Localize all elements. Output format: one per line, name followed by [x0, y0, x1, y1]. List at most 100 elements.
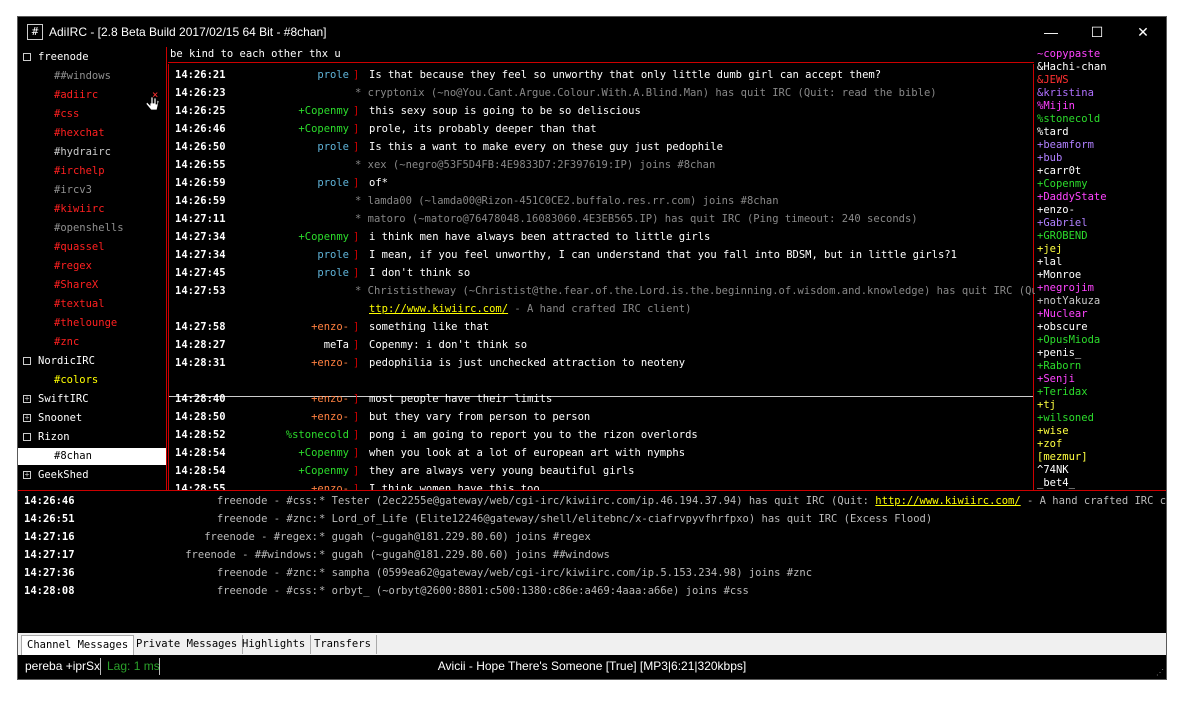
nick-list-item[interactable]: _bet4_	[1037, 477, 1075, 490]
nick-list-item[interactable]: +tj	[1037, 399, 1056, 412]
channel-item[interactable]: ##windows	[18, 68, 166, 85]
server-node[interactable]: + Snoonet	[18, 410, 166, 427]
app-icon[interactable]: #	[27, 24, 43, 40]
nick-list-item[interactable]: ~copypaste	[1037, 48, 1100, 61]
expand-toggle-icon[interactable]	[23, 53, 31, 61]
message-nick[interactable]: +Copenmy	[239, 444, 349, 462]
nick-list-item[interactable]: &Hachi-chan	[1037, 61, 1107, 74]
nick-list-item[interactable]: +zof	[1037, 438, 1062, 451]
nick-list-item[interactable]: +bub	[1037, 152, 1062, 165]
nick-list-item[interactable]: +OpusMioda	[1037, 334, 1100, 347]
nick-list-item[interactable]: +carr0t	[1037, 165, 1081, 178]
message-nick[interactable]: %stonecold	[239, 426, 349, 444]
tab-transfers[interactable]: Transfers	[309, 635, 377, 654]
channel-item[interactable]: #irchelp	[18, 163, 166, 180]
channel-item[interactable]: #textual	[18, 296, 166, 313]
message-nick[interactable]: +Copenmy	[239, 120, 349, 138]
maximize-button[interactable]: ☐	[1074, 17, 1120, 47]
nick-list-item[interactable]: +beamform	[1037, 139, 1094, 152]
tab-highlights[interactable]: Highlights	[237, 635, 312, 654]
nick-list-item[interactable]: +enzo-	[1037, 204, 1075, 217]
expand-toggle-icon[interactable]	[23, 433, 31, 441]
log-source[interactable]: freenode - #css:	[217, 492, 318, 510]
channel-item[interactable]: #thelounge	[18, 315, 166, 332]
event-nick[interactable]: * xex	[355, 159, 387, 171]
channel-item[interactable]: #ircv3	[18, 182, 166, 199]
channel-item[interactable]: #css	[18, 106, 166, 123]
event-nick[interactable]: * matoro	[355, 213, 406, 225]
message-nick[interactable]: +enzo-	[239, 318, 349, 336]
message-nick[interactable]: prole	[239, 138, 349, 156]
expand-toggle-icon[interactable]: +	[23, 395, 31, 403]
message-nick[interactable]: +enzo-	[239, 390, 349, 408]
log-source[interactable]: freenode - #znc:	[217, 510, 318, 528]
log-source[interactable]: freenode - ##windows:	[185, 546, 318, 564]
server-node[interactable]: + SwiftIRC	[18, 391, 166, 408]
nick-list-item[interactable]: +obscure	[1037, 321, 1088, 334]
tab-private-messages[interactable]: Private Messages	[131, 635, 244, 654]
expand-toggle-icon[interactable]: +	[23, 414, 31, 422]
expand-toggle-icon[interactable]	[23, 357, 31, 365]
nick-list-item[interactable]: +Nuclear	[1037, 308, 1088, 321]
message-nick[interactable]: prole	[239, 66, 349, 84]
event-nick[interactable]: * lamda00	[355, 195, 412, 207]
url-link[interactable]: ttp://www.kiwiirc.com/	[369, 303, 508, 315]
message-nick[interactable]: +Copenmy	[239, 462, 349, 480]
nick-list-item[interactable]: %Mijin	[1037, 100, 1075, 113]
close-button[interactable]: ✕	[1120, 17, 1166, 47]
tab-channel-messages[interactable]: Channel Messages	[21, 635, 135, 655]
nick-list-item[interactable]: &kristina	[1037, 87, 1094, 100]
message-nick[interactable]: +enzo-	[239, 408, 349, 426]
nick-list-item[interactable]: +negrojim	[1037, 282, 1094, 295]
nick-list-item[interactable]: ^74NK	[1037, 464, 1069, 477]
channel-item[interactable]: #quassel	[18, 239, 166, 256]
log-source[interactable]: freenode - #css:	[217, 582, 318, 600]
nick-list-item[interactable]: +penis_	[1037, 347, 1081, 360]
message-nick[interactable]: prole	[239, 264, 349, 282]
server-node[interactable]: NordicIRC	[18, 353, 166, 370]
channel-item[interactable]: #regex	[18, 258, 166, 275]
message-nick[interactable]: +Copenmy	[239, 228, 349, 246]
nick-list-item[interactable]: %tard	[1037, 126, 1069, 139]
message-nick[interactable]: +enzo-	[239, 354, 349, 372]
nick-list-item[interactable]: +wilsoned	[1037, 412, 1094, 425]
url-link[interactable]: http://www.kiwiirc.com/	[875, 495, 1020, 507]
event-nick[interactable]: * cryptonix	[355, 87, 425, 99]
event-nick[interactable]: * Christistheway	[355, 285, 456, 297]
nick-list-item[interactable]: +DaddyState	[1037, 191, 1107, 204]
expand-toggle-icon[interactable]: +	[23, 471, 31, 479]
channel-item[interactable]: #kiwiirc	[18, 201, 166, 218]
message-nick[interactable]: meTa	[239, 336, 349, 354]
server-node[interactable]: Rizon	[18, 429, 166, 446]
nick-list-item[interactable]: +Gabriel	[1037, 217, 1088, 230]
nick-list-item[interactable]: +Monroe	[1037, 269, 1081, 282]
nick-list-item[interactable]: +wise	[1037, 425, 1069, 438]
nick-list-item[interactable]: +Teridax	[1037, 386, 1088, 399]
nick-list-item[interactable]: +notYakuza	[1037, 295, 1100, 308]
channel-item[interactable]: #hexchat	[18, 125, 166, 142]
channel-item[interactable]: #colors	[18, 372, 166, 389]
nick-list-item[interactable]: +GROBEND	[1037, 230, 1088, 243]
server-node[interactable]: freenode	[18, 49, 166, 66]
channel-item[interactable]: #znc	[18, 334, 166, 351]
nick-list-item[interactable]: [mezmur]	[1037, 451, 1088, 464]
nick-list-item[interactable]: +jej	[1037, 243, 1062, 256]
title-bar[interactable]: # AdiIRC - [2.8 Beta Build 2017/02/15 64…	[18, 17, 1166, 47]
channel-item[interactable]: #openshells	[18, 220, 166, 237]
log-source[interactable]: freenode - #znc:	[217, 564, 318, 582]
resize-grip-icon[interactable]: ⋰	[1156, 669, 1164, 677]
channel-item[interactable]: #hydrairc	[18, 144, 166, 161]
nick-list-item[interactable]: +Raborn	[1037, 360, 1081, 373]
nick-list-item[interactable]: %stonecold	[1037, 113, 1100, 126]
log-source[interactable]: freenode - #regex:	[204, 528, 318, 546]
channel-item[interactable]: #ShareX	[18, 277, 166, 294]
channel-item[interactable]: #8chan	[18, 448, 166, 465]
minimize-button[interactable]: —	[1028, 17, 1074, 47]
server-node[interactable]: + GeekShed	[18, 467, 166, 484]
nick-list-item[interactable]: &JEWS	[1037, 74, 1069, 87]
nick-list-item[interactable]: +lal	[1037, 256, 1062, 269]
nick-list-item[interactable]: +Senji	[1037, 373, 1075, 386]
nick-list-item[interactable]: +Copenmy	[1037, 178, 1088, 191]
channel-item[interactable]: #adiirc ×	[18, 87, 166, 111]
message-nick[interactable]: prole	[239, 174, 349, 192]
